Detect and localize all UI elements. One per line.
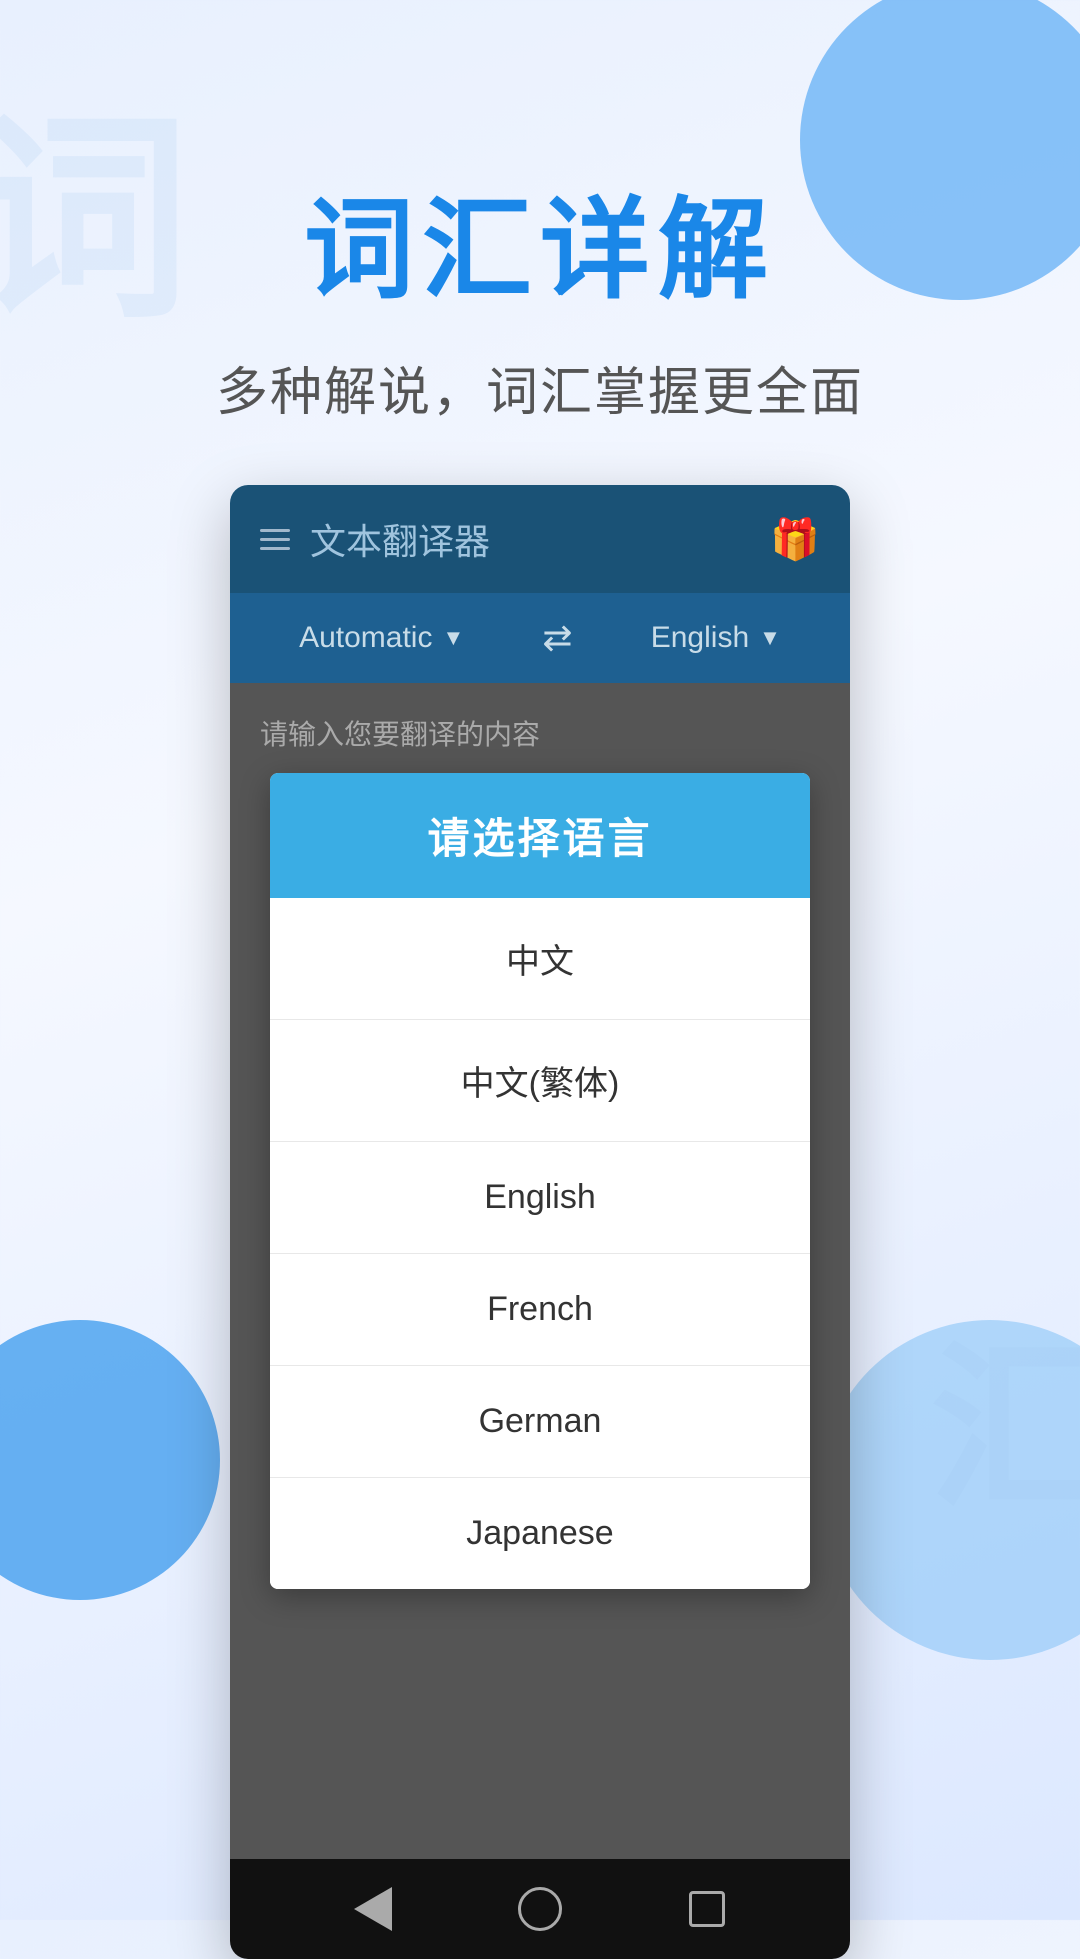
input-hint: 请输入您要翻译的内容 (260, 713, 820, 753)
app-bottom-filler (230, 1639, 850, 1859)
language-bar: Automatic ▼ ⇄ English ▼ (230, 593, 850, 683)
page-title: 词汇详解 (0, 160, 1080, 320)
back-icon (354, 1887, 392, 1931)
gift-icon[interactable]: 🎁 (770, 516, 820, 563)
dialog-list: 中文 中文(繁体) English French German Japanese (270, 898, 810, 1589)
menu-icon[interactable] (260, 529, 290, 550)
recents-icon (689, 1891, 725, 1927)
language-selection-dialog: 请选择语言 中文 中文(繁体) English French German Ja… (270, 773, 810, 1589)
source-language-label: Automatic (299, 621, 432, 655)
nav-home-button[interactable] (515, 1884, 565, 1934)
language-item-chinese[interactable]: 中文 (270, 898, 810, 1020)
target-language-label: English (651, 621, 749, 655)
language-item-japanese[interactable]: Japanese (270, 1478, 810, 1589)
language-item-chinese-traditional[interactable]: 中文(繁体) (270, 1020, 810, 1142)
source-language-selector[interactable]: Automatic ▼ (299, 621, 464, 655)
bg-circle-bottom-left (0, 1320, 220, 1600)
language-item-french[interactable]: French (270, 1254, 810, 1366)
app-bar: 文本翻译器 🎁 (230, 485, 850, 593)
target-language-selector[interactable]: English ▼ (651, 621, 781, 655)
dialog-header: 请选择语言 (270, 773, 810, 898)
bg-circle-bottom-right (820, 1320, 1080, 1660)
app-title: 文本翻译器 (310, 513, 490, 565)
android-nav-bar (230, 1859, 850, 1959)
source-dropdown-arrow: ▼ (442, 625, 464, 651)
phone-mockup: 文本翻译器 🎁 Automatic ▼ ⇄ English ▼ 请输入您要翻译的… (230, 485, 850, 1959)
page-subtitle: 多种解说，词汇掌握更全面 (0, 350, 1080, 425)
app-bar-left: 文本翻译器 (260, 513, 490, 565)
content-area: 请输入您要翻译的内容 请选择语言 中文 中文(繁体) English Frenc… (230, 683, 850, 1639)
language-item-german[interactable]: German (270, 1366, 810, 1478)
dialog-title: 请选择语言 (290, 805, 790, 866)
header-section: 词汇详解 多种解说，词汇掌握更全面 (0, 0, 1080, 485)
nav-recents-button[interactable] (682, 1884, 732, 1934)
swap-languages-button[interactable]: ⇄ (542, 617, 572, 659)
nav-back-button[interactable] (348, 1884, 398, 1934)
home-icon (518, 1887, 562, 1931)
language-item-english[interactable]: English (270, 1142, 810, 1254)
target-dropdown-arrow: ▼ (759, 625, 781, 651)
